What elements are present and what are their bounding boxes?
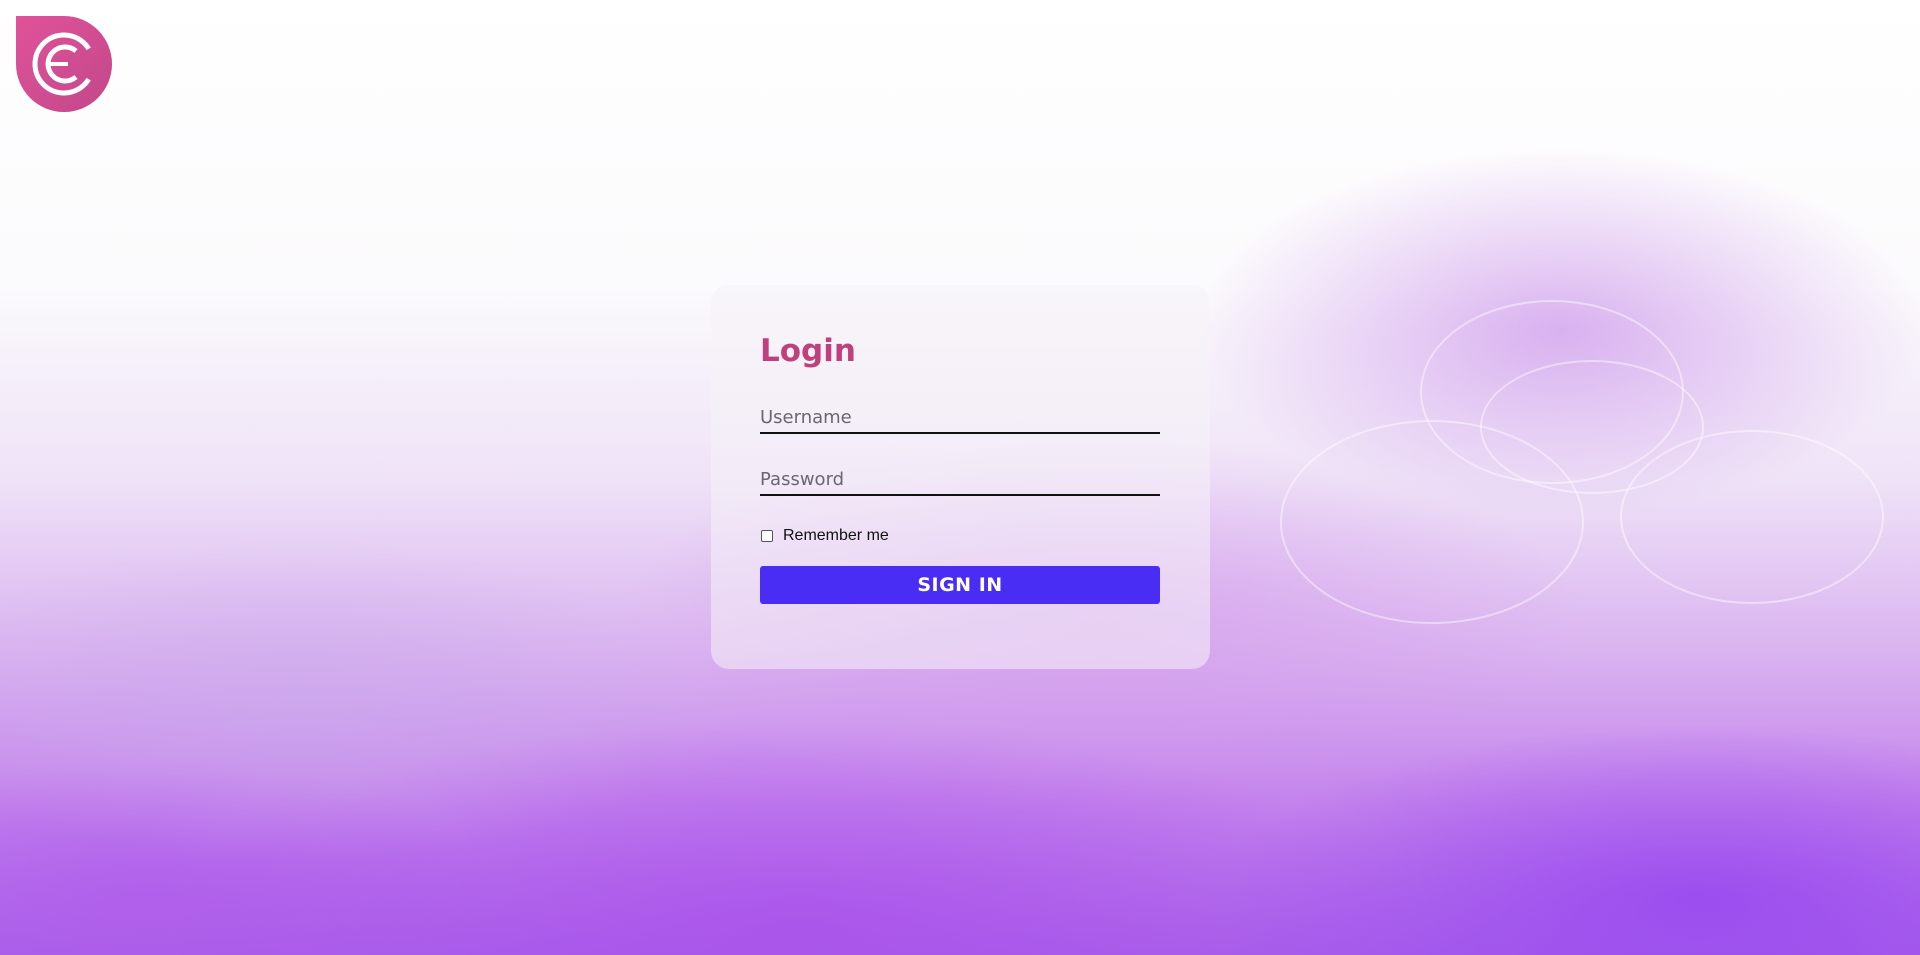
euro-circle-icon [32,32,96,96]
login-title: Login [760,333,856,369]
login-card: Login Remember me SIGN IN [711,285,1210,669]
brand-logo[interactable] [16,16,112,112]
sign-in-button[interactable]: SIGN IN [760,566,1160,604]
password-input[interactable] [760,466,1160,492]
remember-me-label[interactable]: Remember me [783,527,889,545]
remember-me-row[interactable]: Remember me [760,526,1161,546]
username-field-wrapper [760,392,1160,434]
password-field-wrapper [760,454,1160,496]
remember-me-checkbox[interactable] [761,530,773,542]
username-input[interactable] [760,404,1160,430]
